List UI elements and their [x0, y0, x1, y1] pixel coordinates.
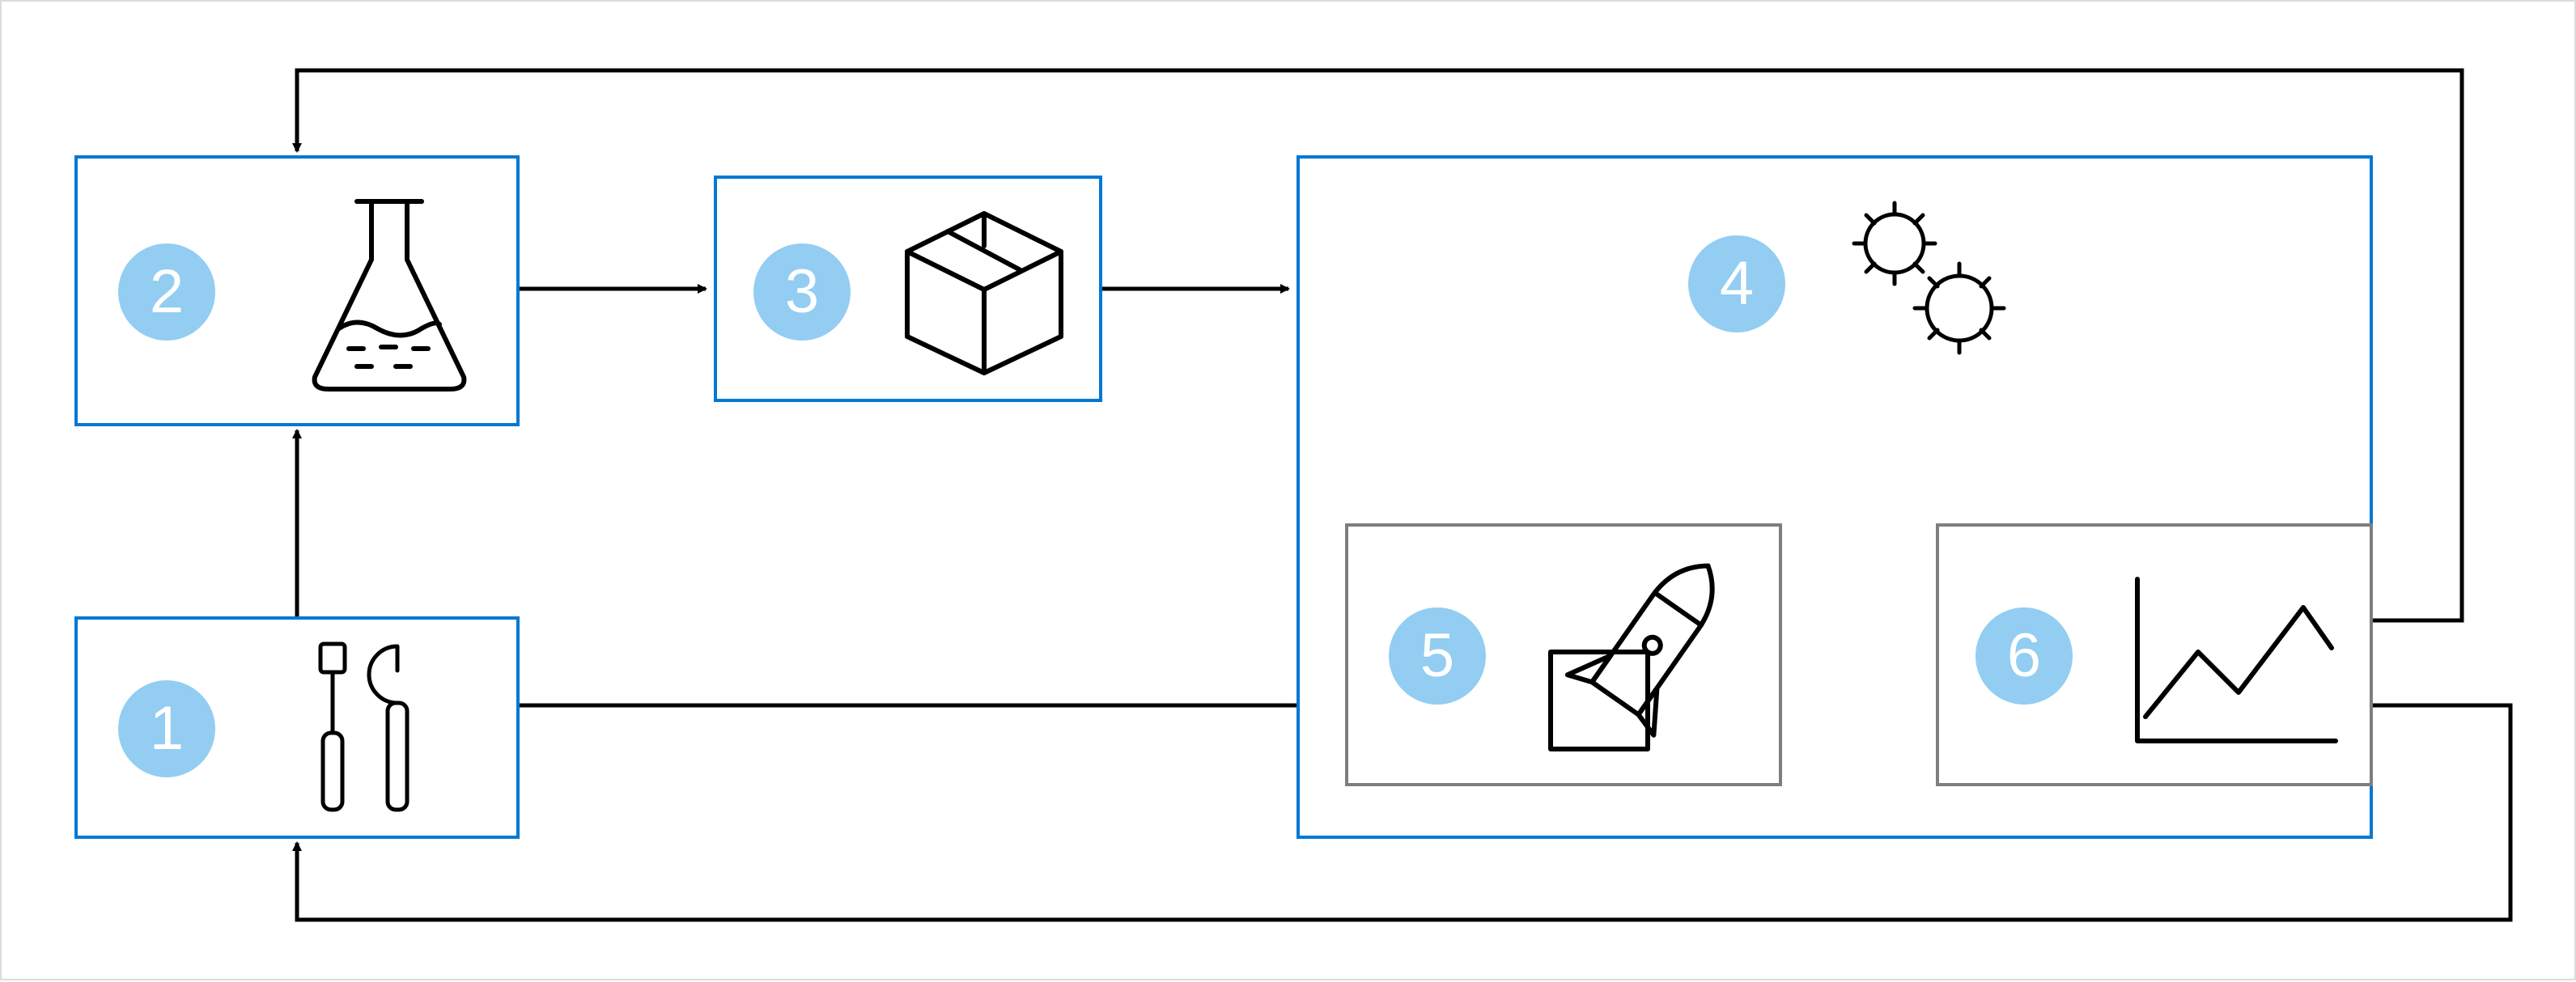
tools-icon [276, 640, 446, 822]
node-4-badge: 4 [1688, 235, 1785, 332]
chart-icon [2129, 571, 2340, 749]
node-1-box: 1 [74, 616, 520, 839]
node-2-box: 2 [74, 155, 520, 426]
node-6-box: 6 [1936, 523, 2373, 786]
node-1-badge: 1 [118, 680, 215, 777]
node-6-badge: 6 [1975, 607, 2073, 705]
flask-icon [300, 195, 478, 397]
node-3-badge: 3 [753, 243, 851, 341]
node-5-box: 5 [1345, 523, 1782, 786]
node-2-badge: 2 [118, 243, 215, 341]
package-icon [899, 207, 1069, 377]
node-5-badge: 5 [1389, 607, 1486, 705]
node-3-box: 3 [714, 176, 1102, 402]
gears-icon [1834, 191, 2020, 361]
diagram-canvas: 1 2 [0, 0, 2576, 980]
rocket-icon [1534, 555, 1745, 765]
